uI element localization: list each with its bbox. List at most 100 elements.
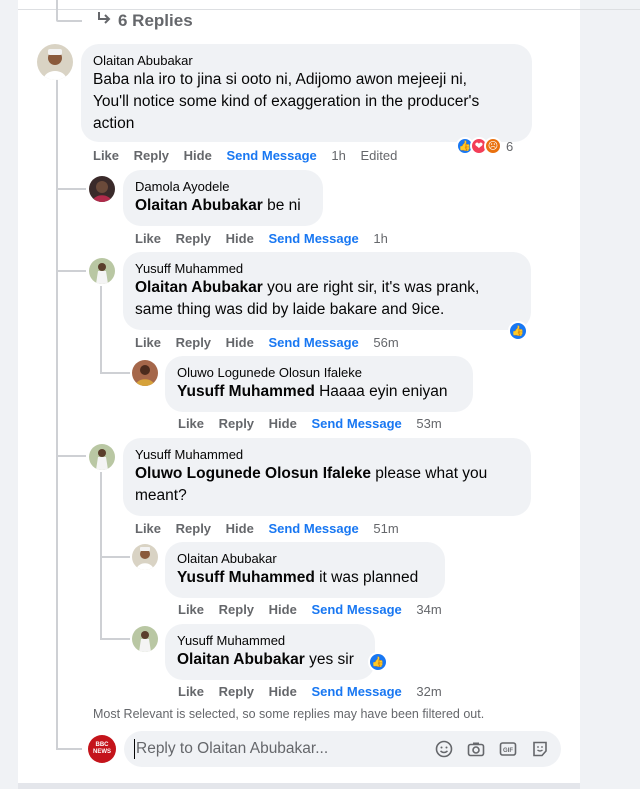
comment-author[interactable]: Yusuff Muhammed bbox=[177, 632, 363, 649]
thread-line bbox=[100, 286, 102, 374]
avatar[interactable] bbox=[89, 258, 115, 284]
thread-line bbox=[100, 556, 130, 558]
thread-line bbox=[56, 0, 58, 20]
comment-author[interactable]: Olaitan Abubakar bbox=[93, 52, 520, 69]
edited-label[interactable]: Edited bbox=[361, 148, 398, 163]
hide-button[interactable]: Hide bbox=[269, 602, 297, 617]
comment-bubble: Olaitan Abubakar Yusuff Muhammed it was … bbox=[165, 542, 445, 598]
send-message-button[interactable]: Send Message bbox=[311, 684, 401, 699]
bbc-news-logo: BBC NEWS bbox=[93, 742, 111, 755]
comment-body: be ni bbox=[262, 197, 301, 214]
comment-author[interactable]: Yusuff Muhammed bbox=[135, 446, 519, 463]
hide-button[interactable]: Hide bbox=[226, 521, 254, 536]
mention-link[interactable]: Olaitan Abubakar bbox=[177, 651, 305, 668]
comment-text: meant? bbox=[135, 487, 187, 504]
comment-bubble: Yusuff Muhammed Olaitan Abubakar you are… bbox=[123, 252, 531, 330]
send-message-button[interactable]: Send Message bbox=[268, 521, 358, 536]
angry-reaction-icon: ☹ bbox=[484, 137, 502, 155]
comment-text: Baba nla iro to jina si ooto ni, Adijomo… bbox=[93, 71, 467, 88]
reaction-summary[interactable]: 👍 ❤ ☹ 6 bbox=[456, 137, 513, 155]
hide-button[interactable]: Hide bbox=[269, 684, 297, 699]
reply-button[interactable]: Reply bbox=[219, 684, 254, 699]
reply-button[interactable]: Reply bbox=[219, 602, 254, 617]
like-button[interactable]: Like bbox=[135, 335, 161, 350]
comment-actions: Like Reply Hide Send Message 34m bbox=[178, 602, 453, 617]
timestamp[interactable]: 1h bbox=[331, 148, 345, 163]
hide-button[interactable]: Hide bbox=[184, 148, 212, 163]
mention-link[interactable]: Yusuff Muhammed bbox=[177, 569, 315, 586]
camera-icon[interactable] bbox=[465, 738, 487, 760]
mention-link[interactable]: Yusuff Muhammed bbox=[177, 383, 315, 400]
divider bbox=[18, 783, 580, 789]
like-button[interactable]: Like bbox=[178, 416, 204, 431]
current-user-avatar[interactable]: BBC NEWS bbox=[88, 735, 116, 763]
timestamp[interactable]: 53m bbox=[416, 416, 441, 431]
comment-body: yes sir bbox=[304, 651, 354, 668]
hide-button[interactable]: Hide bbox=[226, 335, 254, 350]
like-button[interactable]: Like bbox=[135, 521, 161, 536]
like-button[interactable]: Like bbox=[135, 231, 161, 246]
comment-body: you are right sir, it's was prank, bbox=[262, 279, 480, 296]
mention-link[interactable]: Olaitan Abubakar bbox=[135, 279, 263, 296]
comment-author[interactable]: Damola Ayodele bbox=[135, 178, 311, 195]
thread-line bbox=[100, 638, 130, 640]
gif-icon[interactable]: GIF bbox=[497, 738, 519, 760]
reply-button[interactable]: Reply bbox=[219, 416, 254, 431]
like-button[interactable]: Like bbox=[178, 684, 204, 699]
timestamp[interactable]: 1h bbox=[373, 231, 387, 246]
timestamp[interactable]: 34m bbox=[416, 602, 441, 617]
reply-button[interactable]: Reply bbox=[176, 521, 211, 536]
timestamp[interactable]: 32m bbox=[416, 684, 441, 699]
mention-link[interactable]: Olaitan Abubakar bbox=[135, 197, 263, 214]
avatar[interactable] bbox=[89, 176, 115, 202]
reply-button[interactable]: Reply bbox=[176, 335, 211, 350]
like-button[interactable]: Like bbox=[93, 148, 119, 163]
send-message-button[interactable]: Send Message bbox=[268, 231, 358, 246]
reaction-summary[interactable]: 👍 bbox=[508, 321, 528, 341]
reaction-summary[interactable]: 👍 bbox=[368, 652, 388, 672]
svg-text:GIF: GIF bbox=[503, 748, 513, 754]
reply-button[interactable]: Reply bbox=[134, 148, 169, 163]
send-message-button[interactable]: Send Message bbox=[311, 602, 401, 617]
comment-author[interactable]: Oluwo Logunede Olosun Ifaleke bbox=[177, 364, 461, 381]
comment-bubble: Damola Ayodele Olaitan Abubakar be ni bbox=[123, 170, 323, 226]
like-reaction-icon: 👍 bbox=[508, 321, 528, 341]
comment-author[interactable]: Yusuff Muhammed bbox=[135, 260, 519, 277]
comment-text: same thing was did by laide bakare and 9… bbox=[135, 301, 445, 318]
comment-text: Olaitan Abubakar you are right sir, it's… bbox=[135, 277, 519, 299]
comment-actions: Like Reply Hide Send Message 56m bbox=[135, 335, 410, 350]
comment-text: Oluwo Logunede Olosun Ifaleke please wha… bbox=[135, 463, 519, 485]
comment-text: Yusuff Muhammed it was planned bbox=[177, 567, 433, 589]
replies-toggle[interactable]: 6 Replies bbox=[96, 10, 193, 31]
avatar[interactable] bbox=[132, 544, 158, 570]
comment-text: action bbox=[93, 115, 135, 132]
avatar[interactable] bbox=[89, 444, 115, 470]
like-button[interactable]: Like bbox=[178, 602, 204, 617]
avatar[interactable] bbox=[132, 626, 158, 652]
avatar[interactable] bbox=[37, 44, 73, 80]
reply-button[interactable]: Reply bbox=[176, 231, 211, 246]
hide-button[interactable]: Hide bbox=[226, 231, 254, 246]
reaction-count: 6 bbox=[506, 138, 514, 154]
send-message-button[interactable]: Send Message bbox=[268, 335, 358, 350]
sticker-icon[interactable] bbox=[529, 738, 551, 760]
emoji-icon[interactable] bbox=[433, 738, 455, 760]
timestamp[interactable]: 51m bbox=[373, 521, 398, 536]
comment-bubble: Oluwo Logunede Olosun Ifaleke Yusuff Muh… bbox=[165, 356, 473, 412]
filter-note: Most Relevant is selected, so some repli… bbox=[93, 707, 485, 721]
reply-input[interactable]: Reply to Olaitan Abubakar... GIF bbox=[124, 731, 561, 767]
avatar[interactable] bbox=[132, 360, 158, 386]
mention-link[interactable]: Oluwo Logunede Olosun Ifaleke bbox=[135, 465, 371, 482]
send-message-button[interactable]: Send Message bbox=[226, 148, 316, 163]
comment-author[interactable]: Olaitan Abubakar bbox=[177, 550, 433, 567]
send-message-button[interactable]: Send Message bbox=[311, 416, 401, 431]
replies-toggle-label: 6 Replies bbox=[118, 10, 193, 30]
comment-body: please what you bbox=[370, 465, 488, 482]
thread-line bbox=[56, 20, 82, 22]
thread-line bbox=[56, 270, 86, 272]
hide-button[interactable]: Hide bbox=[269, 416, 297, 431]
reply-toolbar: GIF bbox=[433, 738, 551, 760]
text-cursor bbox=[134, 739, 135, 759]
timestamp[interactable]: 56m bbox=[373, 335, 398, 350]
comment-body: it was planned bbox=[314, 569, 419, 586]
